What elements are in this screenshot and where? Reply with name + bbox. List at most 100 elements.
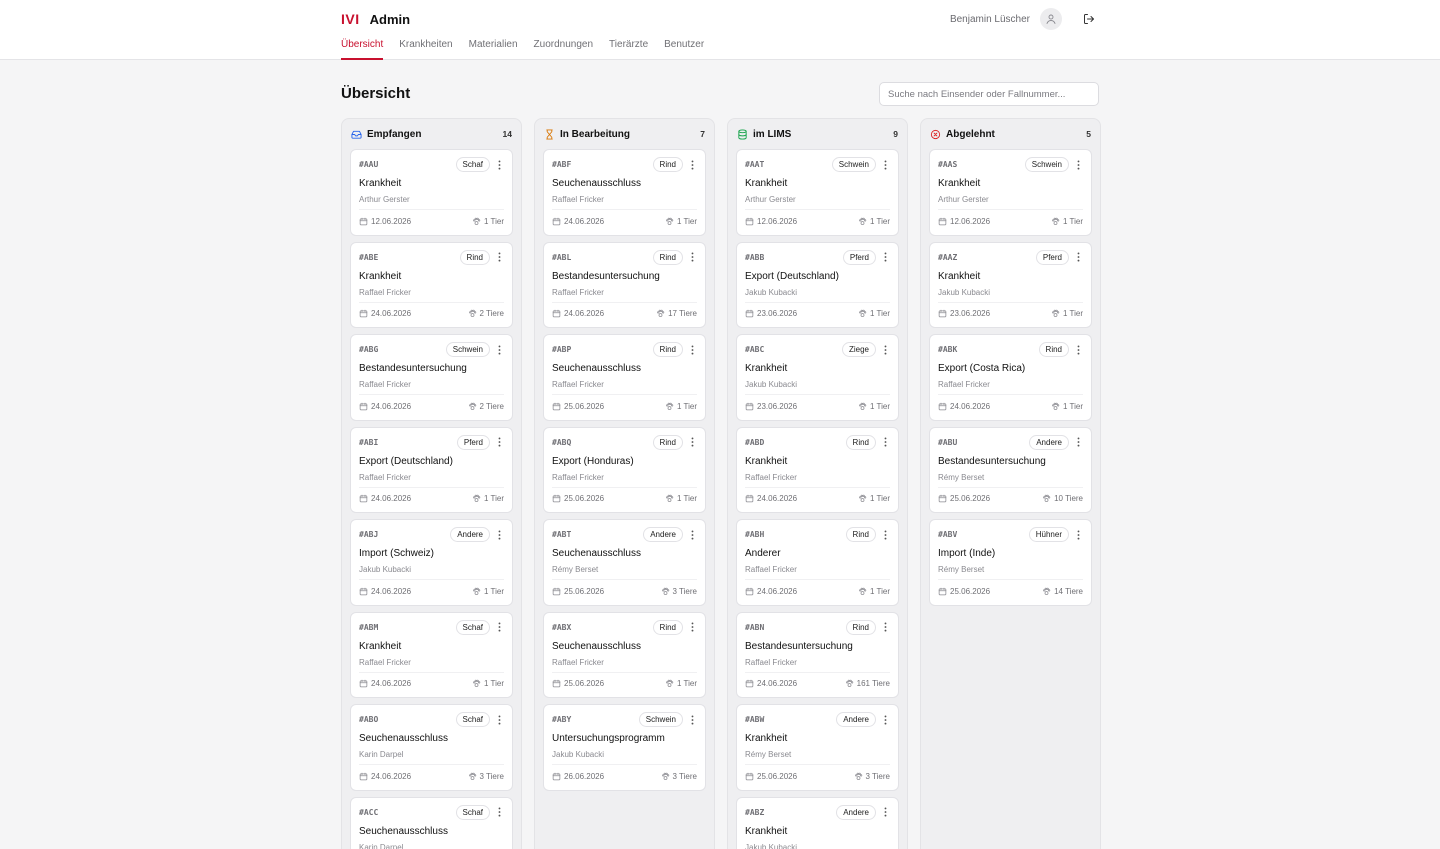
case-card[interactable]: #AAS Schwein Krankheit Arthur Gerster 12.06.… [929, 149, 1092, 236]
card-menu-button[interactable] [880, 343, 890, 357]
case-card[interactable]: #ABJ Andere Import (Schweiz) Jakub Kubacki 2… [350, 519, 513, 606]
card-menu-button[interactable] [880, 805, 890, 819]
case-card[interactable]: #ABY Schwein Untersuchungsprogramm Jakub Ku… [543, 704, 706, 791]
paw-icon [1042, 494, 1051, 503]
card-menu-button[interactable] [687, 250, 697, 264]
search-input[interactable] [879, 82, 1099, 106]
brand[interactable]: IVI Admin [341, 11, 410, 27]
more-vertical-icon [1077, 252, 1080, 262]
column-title: In Bearbeitung [544, 129, 630, 140]
case-card[interactable]: #ABM Schaf Krankheit Raffael Fricker 24.06.2… [350, 611, 513, 698]
case-card[interactable]: #ABT Andere Seuchenausschluss Rémy Berset 25… [543, 519, 706, 606]
card-header: #ABK Rind [938, 342, 1083, 357]
calendar-icon [552, 494, 561, 503]
card-menu-button[interactable] [1073, 435, 1083, 449]
case-card[interactable]: #ABU Andere Bestandesuntersuchung Rémy Bers… [929, 426, 1092, 513]
case-date-text: 25.06.2026 [564, 586, 605, 596]
card-footer: 25.06.2026 14 Tiere [938, 585, 1083, 597]
case-card[interactable]: #ABK Rind Export (Costa Rica) Raffael Frick… [929, 334, 1092, 421]
avatar[interactable] [1040, 8, 1062, 30]
card-footer: 25.06.2026 3 Tiere [552, 585, 697, 597]
case-id: #ABJ [359, 530, 379, 539]
calendar-icon [552, 772, 561, 781]
case-card[interactable]: #ABN Rind Bestandesuntersuchung Raffael Fri… [736, 611, 899, 698]
nav-tab-materialien[interactable]: Materialien [469, 38, 518, 60]
card-menu-button[interactable] [687, 713, 697, 727]
case-card[interactable]: #ABF Rind Seuchenausschluss Raffael Fricker… [543, 149, 706, 236]
card-menu-button[interactable] [1073, 343, 1083, 357]
card-header: #AAS Schwein [938, 157, 1083, 172]
card-menu-button[interactable] [1073, 158, 1083, 172]
case-card[interactable]: #ABD Rind Krankheit Raffael Fricker 24.06.20… [736, 426, 899, 513]
card-menu-button[interactable] [494, 158, 504, 172]
card-menu-button[interactable] [494, 250, 504, 264]
nav-tab-zuordnungen[interactable]: Zuordnungen [534, 38, 594, 60]
case-card[interactable]: #ABQ Rind Export (Honduras) Raffael Fricker… [543, 426, 706, 513]
case-card[interactable]: #ABO Schaf Seuchenausschluss Karin Darpel 24… [350, 704, 513, 791]
case-card[interactable]: #ABL Rind Bestandesuntersuchung Raffael Fri… [543, 241, 706, 328]
card-menu-button[interactable] [494, 343, 504, 357]
case-card[interactable]: #AAZ Pferd Krankheit Jakub Kubacki 23.06.202… [929, 241, 1092, 328]
card-menu-button[interactable] [494, 528, 504, 542]
case-card[interactable]: #ABB Pferd Export (Deutschland) Jakub Kubac… [736, 241, 899, 328]
case-card[interactable]: #ABI Pferd Export (Deutschland) Raffael Fri… [350, 426, 513, 513]
case-card[interactable]: #ABV Hühner Import (Inde) Rémy Berset 25.06.… [929, 519, 1092, 606]
case-sender: Karin Darpel [359, 750, 404, 759]
card-footer: 25.06.2026 10 Tiere [938, 493, 1083, 505]
case-sender: Rémy Berset [938, 565, 985, 574]
nav-tab-tierärzte[interactable]: Tierärzte [609, 38, 648, 60]
case-card[interactable]: #ABP Rind Seuchenausschluss Raffael Fricker… [543, 334, 706, 421]
nav-tab-übersicht[interactable]: Übersicht [341, 38, 384, 60]
case-title: Krankheit [745, 733, 788, 744]
card-header-right: Schwein [831, 157, 890, 172]
case-card[interactable]: #ABG Schwein Bestandesuntersuchung Raffael … [350, 334, 513, 421]
animal-count-text: 161 Tiere [856, 679, 890, 688]
case-card[interactable]: #ABC Ziege Krankheit Jakub Kubacki 23.06.202… [736, 334, 899, 421]
case-id: #ABD [745, 437, 765, 447]
case-card[interactable]: #ACC Schaf Seuchenausschluss Karin Darpel [350, 796, 513, 849]
card-menu-button[interactable] [494, 805, 504, 819]
card-menu-button[interactable] [1073, 528, 1083, 542]
calendar-icon [552, 587, 561, 596]
card-menu-button[interactable] [880, 250, 890, 264]
card-header: #ABP Rind [552, 342, 697, 357]
card-menu-button[interactable] [880, 528, 890, 542]
card-menu-button[interactable] [880, 713, 890, 727]
species-badge: Hühner [1028, 527, 1069, 542]
card-menu-button[interactable] [494, 620, 504, 634]
card-menu-button[interactable] [1073, 250, 1083, 264]
case-card[interactable]: #ABX Rind Seuchenausschluss Raffael Fricker… [543, 611, 706, 698]
case-card[interactable]: #AAU Schaf Krankheit Arthur Gerster 12.06.20… [350, 149, 513, 236]
case-sender: Raffael Fricker [359, 657, 411, 667]
animal-count: 1 Tier [858, 402, 890, 411]
card-footer: 23.06.2026 1 Tier [938, 308, 1083, 320]
animal-count: 1 Tier [472, 217, 504, 226]
card-menu-button[interactable] [687, 620, 697, 634]
card-menu-button[interactable] [494, 713, 504, 727]
logout-button[interactable] [1080, 10, 1098, 28]
card-menu-button[interactable] [687, 528, 697, 542]
card-menu-button[interactable] [880, 158, 890, 172]
card-menu-button[interactable] [687, 343, 697, 357]
card-menu-button[interactable] [880, 435, 890, 449]
card-footer: 26.06.2026 3 Tiere [552, 770, 697, 782]
case-card[interactable]: #ABH Rind Anderer Raffael Fricker 24.06.2026… [736, 519, 899, 606]
nav-tab-benutzer[interactable]: Benutzer [664, 38, 704, 60]
case-card[interactable]: #ABZ Andere Krankheit Jakub Kubacki [736, 796, 899, 849]
paw-icon [854, 772, 863, 781]
case-id: #ABB [745, 252, 765, 262]
card-menu-button[interactable] [880, 620, 890, 634]
case-date: 24.06.2026 [552, 309, 604, 318]
case-id: #AAS [938, 160, 958, 169]
nav-tab-krankheiten[interactable]: Krankheiten [399, 38, 452, 60]
more-vertical-icon [1077, 437, 1080, 447]
case-card[interactable]: #AAT Schwein Krankheit Arthur Gerster 12.06.… [736, 149, 899, 236]
case-card[interactable]: #ABE Rind Krankheit Raffael Fricker 24.06.20… [350, 241, 513, 328]
more-vertical-icon [498, 345, 501, 355]
animal-count: 1 Tier [472, 494, 504, 503]
card-header-right: Schwein [638, 712, 697, 727]
case-card[interactable]: #ABW Andere Krankheit Rémy Berset 25.06.2026… [736, 704, 899, 791]
card-menu-button[interactable] [494, 435, 504, 449]
card-menu-button[interactable] [687, 158, 697, 172]
card-menu-button[interactable] [687, 435, 697, 449]
